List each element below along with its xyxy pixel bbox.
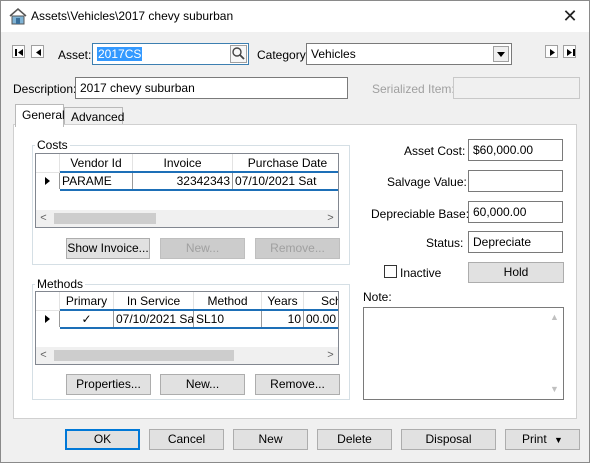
status-label: Status: — [426, 236, 464, 250]
purchase-date-cell: 07/10/2021 Sat — [235, 174, 317, 188]
row-indicator-icon — [36, 311, 60, 327]
costs-group-label: Costs — [35, 138, 70, 152]
costs-remove-button[interactable]: Remove... — [255, 238, 340, 259]
scroll-thumb[interactable] — [54, 350, 234, 361]
chevron-down-icon: ▼ — [554, 435, 563, 445]
in-service-cell: 07/10/2021 Sa — [116, 311, 194, 327]
scroll-thumb[interactable] — [54, 213, 156, 224]
costs-grid[interactable]: Vendor Id Invoice Purchase Date PARAME 3… — [35, 153, 339, 228]
inactive-label: Inactive — [400, 266, 442, 280]
note-label: Note: — [363, 290, 392, 304]
scroll-right-icon[interactable]: > — [323, 348, 338, 363]
methods-new-button[interactable]: New... — [160, 374, 245, 395]
scroll-right-icon[interactable]: > — [323, 211, 338, 226]
show-invoice-button[interactable]: Show Invoice... — [66, 238, 150, 259]
depreciable-base-label: Depreciable Base: — [371, 207, 470, 221]
asset-label: Asset: — [58, 48, 92, 62]
description-label: Description: — [13, 82, 77, 96]
hold-button[interactable]: Hold — [468, 262, 564, 283]
salvage-value-label: Salvage Value: — [387, 175, 467, 189]
scroll-up-icon[interactable]: ▲ — [547, 310, 562, 325]
methods-grid[interactable]: Primary In Service Method Years Sch ✓ 07… — [35, 291, 339, 365]
window-title: Assets\Vehicles\2017 chevy suburban — [31, 9, 234, 23]
years-cell: 10 — [262, 311, 304, 327]
disposal-button[interactable]: Disposal — [401, 429, 496, 450]
salvage-value-field[interactable] — [468, 170, 563, 192]
asset-lookup-button[interactable] — [230, 45, 247, 63]
next-icon — [550, 49, 555, 56]
title-bar: Assets\Vehicles\2017 chevy suburban ✕ — [1, 1, 589, 32]
methods-remove-button[interactable]: Remove... — [255, 374, 340, 395]
category-value: Vehicles — [311, 47, 356, 61]
scroll-left-icon[interactable]: < — [36, 211, 51, 226]
new-button[interactable]: New — [233, 429, 308, 450]
serialized-item-label: Serialized Item: — [372, 82, 455, 96]
house-icon — [9, 8, 27, 25]
asset-cost-label: Asset Cost: — [404, 144, 466, 158]
ok-button[interactable]: OK — [65, 429, 140, 450]
previous-record-button[interactable] — [31, 45, 44, 58]
note-vertical-scrollbar[interactable]: ▲ ▼ — [546, 308, 563, 399]
tab-advanced[interactable]: Advanced — [64, 107, 124, 125]
description-field[interactable]: 2017 chevy suburban — [75, 77, 348, 99]
tab-general[interactable]: General — [15, 104, 65, 127]
previous-icon — [36, 49, 41, 56]
description-value: 2017 chevy suburban — [80, 81, 195, 95]
close-icon[interactable]: ✕ — [557, 4, 583, 28]
print-label: Print — [522, 432, 547, 446]
asset-cost-field[interactable]: $60,000.00 — [468, 139, 563, 161]
scroll-left-icon[interactable]: < — [36, 348, 51, 363]
primary-check-icon[interactable]: ✓ — [60, 311, 114, 327]
last-record-button[interactable] — [563, 45, 576, 58]
cancel-button[interactable]: Cancel — [149, 429, 224, 450]
inactive-checkbox[interactable] — [384, 265, 397, 278]
invoice-cell: 32342343 — [133, 173, 233, 189]
category-select[interactable]: Vehicles — [306, 43, 512, 65]
print-button[interactable]: Print ▼ — [505, 429, 580, 450]
category-label: Category: — [257, 48, 310, 62]
row-indicator-icon — [36, 173, 60, 189]
methods-horizontal-scrollbar[interactable]: < > — [36, 347, 338, 364]
asset-field[interactable]: 2017CS — [92, 43, 249, 65]
asset-value: 2017CS — [97, 47, 143, 61]
methods-group-label: Methods — [35, 277, 86, 291]
general-tab-panel: Costs Vendor Id Invoice Purchase Date PA… — [13, 124, 577, 419]
properties-button[interactable]: Properties... — [66, 374, 151, 395]
status-field[interactable]: Depreciate — [468, 231, 563, 253]
first-record-button[interactable] — [12, 45, 25, 58]
depreciable-base-field[interactable]: 60,000.00 — [468, 201, 563, 223]
search-icon — [232, 47, 245, 60]
asset-window: Assets\Vehicles\2017 chevy suburban ✕ As… — [0, 0, 590, 463]
method-cell: SL10 — [194, 311, 262, 327]
note-textarea[interactable]: ▲ ▼ — [363, 307, 564, 400]
costs-new-button[interactable]: New... — [160, 238, 245, 259]
delete-button[interactable]: Delete — [317, 429, 392, 450]
costs-horizontal-scrollbar[interactable]: < > — [36, 210, 338, 227]
scroll-down-icon[interactable]: ▼ — [547, 382, 562, 397]
chevron-down-icon[interactable] — [493, 46, 509, 62]
next-record-button[interactable] — [545, 45, 558, 58]
sch-cell: 00.00 — [306, 312, 337, 326]
first-icon — [15, 49, 23, 56]
serialized-item-field — [453, 77, 580, 99]
last-icon — [567, 49, 575, 56]
vendor-id-cell: PARAME — [60, 173, 133, 189]
